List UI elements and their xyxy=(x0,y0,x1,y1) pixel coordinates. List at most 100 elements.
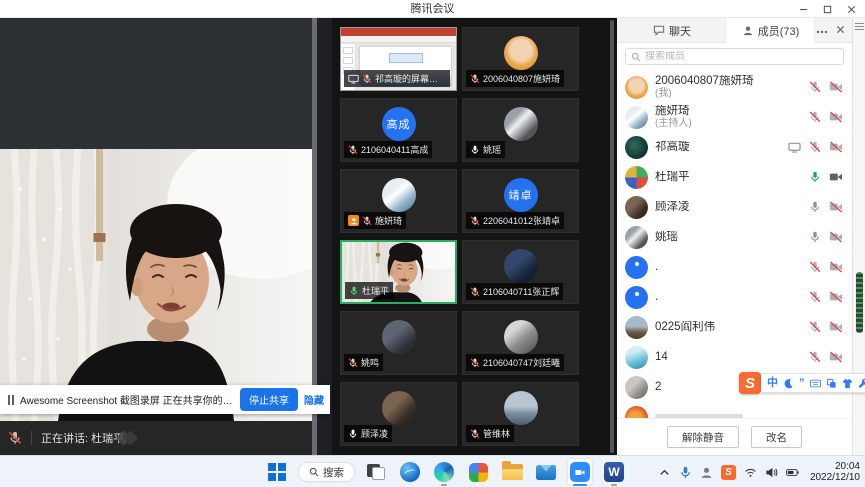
member-row[interactable]: 2006040807施妍琦 (我) xyxy=(617,72,852,102)
mic-active-icon[interactable] xyxy=(809,171,821,183)
tencent-meeting-app-button[interactable] xyxy=(567,458,593,486)
member-row[interactable]: 姚瑶 xyxy=(617,222,852,252)
ime-keyboard-icon[interactable] xyxy=(810,378,821,389)
mail-icon xyxy=(536,465,556,480)
edge-browser-button[interactable] xyxy=(431,458,457,486)
start-button[interactable] xyxy=(264,458,290,486)
camera-off-icon[interactable] xyxy=(829,351,843,363)
tab-chat[interactable]: 聊天 xyxy=(617,18,727,43)
task-view-button[interactable] xyxy=(363,458,389,486)
avatar xyxy=(382,178,416,212)
mic-muted-icon xyxy=(348,358,358,368)
panel-tabs: 聊天 成员(73) xyxy=(617,18,852,43)
hide-notification-button[interactable]: 隐藏 xyxy=(304,392,324,407)
member-list-scrollbar[interactable] xyxy=(856,272,863,333)
camera-off-icon[interactable] xyxy=(829,321,843,333)
avatar xyxy=(625,406,648,419)
minimize-button[interactable] xyxy=(791,0,815,18)
mic-muted-icon[interactable] xyxy=(809,351,821,363)
member-row[interactable]: 14 xyxy=(617,342,852,372)
members-icon xyxy=(742,25,754,36)
sogou-ime-toolbar: S 中 ” xyxy=(739,372,865,394)
camera-off-icon[interactable] xyxy=(829,81,843,93)
member-name: 姚瑶 xyxy=(655,231,802,244)
member-row[interactable]: 杜瑞平 xyxy=(617,162,852,192)
blue-circle-app-button[interactable] xyxy=(397,458,423,486)
member-row[interactable]: 施妍琦 (主持人) xyxy=(617,102,852,132)
maximize-button[interactable] xyxy=(815,0,839,18)
tray-sogou-icon[interactable]: S xyxy=(721,465,736,480)
mic-muted-icon[interactable] xyxy=(809,261,821,273)
participant-tile[interactable]: 施妍琦 xyxy=(340,169,457,233)
ime-clipboard-icon[interactable] xyxy=(826,378,837,389)
member-row[interactable]: 祁高璇 xyxy=(617,132,852,162)
member-list[interactable]: 2006040807施妍琦 (我) 施妍琦 (主持人) xyxy=(617,72,852,418)
member-row[interactable]: . xyxy=(617,282,852,312)
mic-muted-icon[interactable] xyxy=(809,321,821,333)
close-button[interactable] xyxy=(839,0,863,18)
participant-tile[interactable]: 2106040747刘廷曦 xyxy=(462,311,579,375)
ime-punctuation-icon[interactable]: ” xyxy=(799,378,805,389)
member-row[interactable]: 顾泽凌 xyxy=(617,192,852,222)
camera-off-icon[interactable] xyxy=(829,291,843,303)
participant-tile[interactable]: 姚鸣 xyxy=(340,311,457,375)
rename-button[interactable]: 改名 xyxy=(751,426,802,448)
file-explorer-button[interactable] xyxy=(499,458,525,486)
tray-microphone-icon[interactable] xyxy=(679,466,692,479)
camera-off-icon[interactable] xyxy=(829,141,843,153)
pinwheel-app-button[interactable] xyxy=(465,458,491,486)
member-row[interactable]: . xyxy=(617,252,852,282)
taskbar-clock[interactable]: 20:04 2022/12/10 xyxy=(810,461,860,484)
mic-on-icon[interactable] xyxy=(809,201,821,213)
unmute-button[interactable]: 解除静音 xyxy=(667,426,739,448)
participant-tile[interactable]: 姚瑶 xyxy=(462,98,579,162)
grid-scrollbar[interactable] xyxy=(610,20,614,453)
more-options-button[interactable] xyxy=(816,21,828,39)
camera-off-icon[interactable] xyxy=(829,111,843,123)
participant-tile[interactable]: 高成 2106040411高成 xyxy=(340,98,457,162)
close-panel-button[interactable] xyxy=(836,21,845,39)
sogou-logo-icon[interactable]: S xyxy=(739,372,761,394)
ime-chinese-mode-icon[interactable]: 中 xyxy=(767,378,778,389)
notification-text: Awesome Screenshot 截图录屏 正在共享你的屏幕和音频。 xyxy=(20,392,234,407)
camera-off-icon[interactable] xyxy=(829,231,843,243)
camera-off-icon[interactable] xyxy=(829,201,843,213)
participant-tile-screenshare[interactable]: 祁高璇的屏幕共享 xyxy=(340,27,457,91)
search-members-input[interactable] xyxy=(645,51,838,62)
wifi-icon[interactable] xyxy=(744,466,757,479)
camera-on-icon[interactable] xyxy=(829,171,843,183)
battery-icon[interactable] xyxy=(786,466,799,479)
mic-muted-icon[interactable] xyxy=(809,111,821,123)
member-row-partial[interactable] xyxy=(617,402,852,418)
mic-muted-icon[interactable] xyxy=(809,141,821,153)
mic-muted-icon[interactable] xyxy=(809,81,821,93)
participant-tile[interactable]: 2106040711张正辉 xyxy=(462,240,579,304)
menu-icon[interactable] xyxy=(855,23,864,30)
participant-tile[interactable]: 2006040807施妍琦 xyxy=(462,27,579,91)
ime-settings-wrench-icon[interactable] xyxy=(858,378,865,389)
mail-app-button[interactable] xyxy=(533,458,559,486)
tray-chevron-up-icon[interactable] xyxy=(658,466,671,479)
mic-on-icon[interactable] xyxy=(809,231,821,243)
ime-halfmoon-icon[interactable] xyxy=(783,378,794,389)
camera-off-icon[interactable] xyxy=(829,261,843,273)
member-row[interactable]: 0225阎利伟 xyxy=(617,312,852,342)
mic-muted-icon[interactable] xyxy=(809,291,821,303)
member-search[interactable] xyxy=(625,48,844,65)
avatar xyxy=(625,286,648,309)
participant-tile-active-speaker[interactable]: 杜瑞平 xyxy=(340,240,457,304)
screen-share-notification: Awesome Screenshot 截图录屏 正在共享你的屏幕和音频。 停止共… xyxy=(0,385,330,414)
tab-members[interactable]: 成员(73) xyxy=(727,18,815,43)
taskbar-search[interactable]: 搜索 xyxy=(298,462,355,482)
tray-person-icon[interactable] xyxy=(700,466,713,479)
participant-name: 杜瑞平 xyxy=(362,284,389,297)
word-app-button[interactable]: W xyxy=(601,458,627,486)
members-tab-label: 成员(73) xyxy=(758,23,800,39)
participant-tile[interactable]: 顾泽凌 xyxy=(340,382,457,446)
speaker-icon[interactable] xyxy=(765,466,778,479)
participant-tile[interactable]: 靖卓 2206041012张靖卓 xyxy=(462,169,579,233)
ime-skin-shirt-icon[interactable] xyxy=(842,378,853,389)
avatar xyxy=(504,107,538,141)
stop-sharing-button[interactable]: 停止共享 xyxy=(240,388,298,411)
participant-tile[interactable]: 管维林 xyxy=(462,382,579,446)
